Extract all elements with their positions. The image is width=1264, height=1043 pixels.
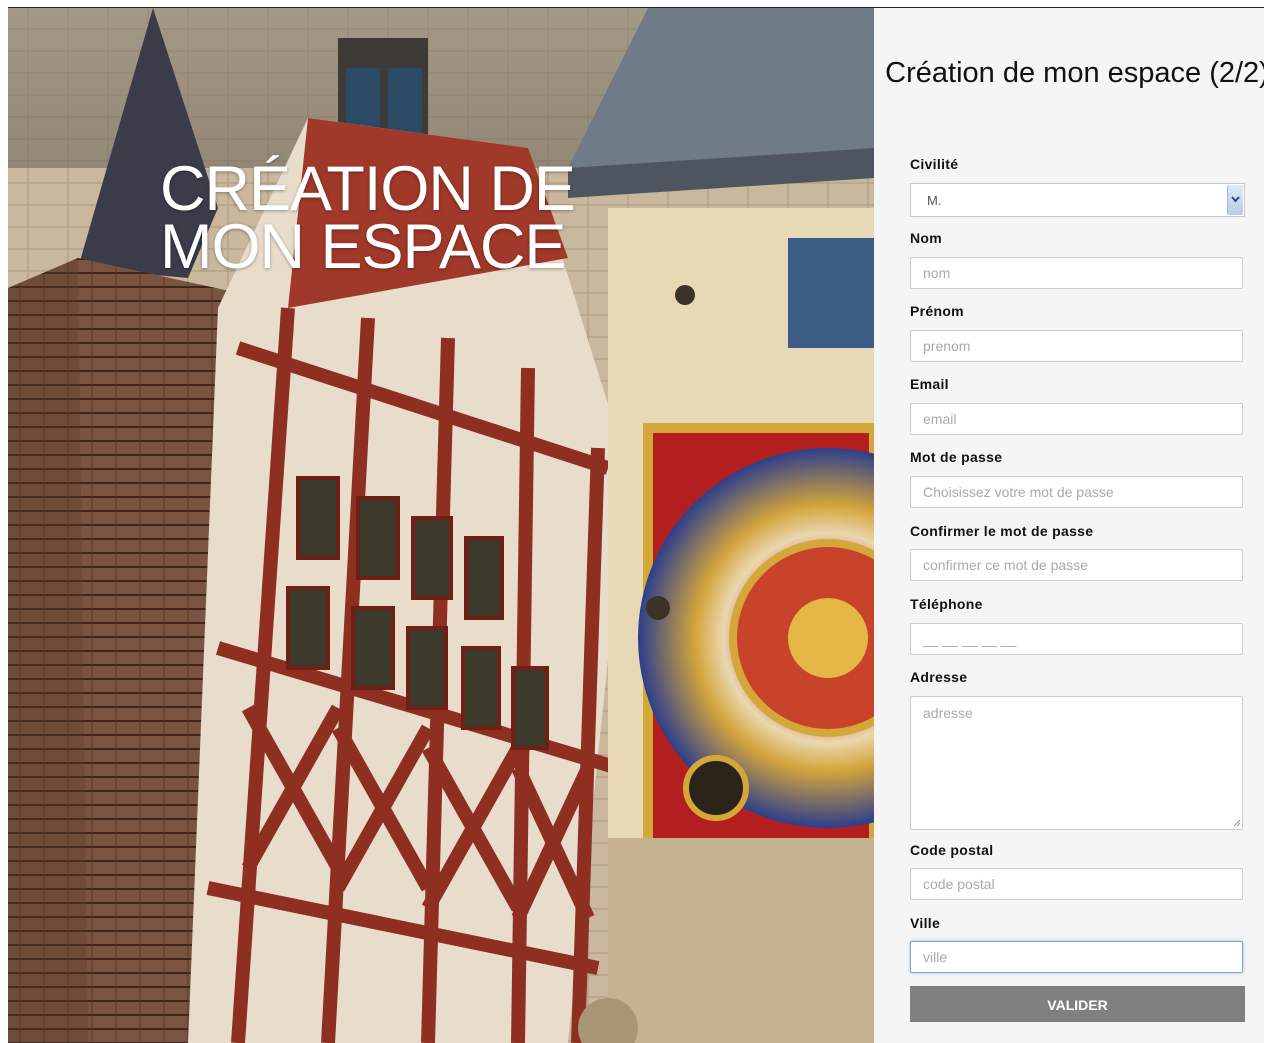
confirm-password-input[interactable]: [910, 549, 1243, 581]
chevron-down-icon[interactable]: [1227, 185, 1243, 215]
hero-title: CRÉATION DE MON ESPACE: [160, 154, 576, 282]
telephone-label: Téléphone: [910, 596, 983, 612]
hero-image: CRÉATION DE MON ESPACE: [8, 8, 874, 1043]
prenom-input[interactable]: [910, 330, 1243, 362]
prenom-label: Prénom: [910, 303, 964, 319]
email-label: Email: [910, 376, 949, 392]
email-input[interactable]: [910, 403, 1243, 435]
civilite-label: Civilité: [910, 156, 959, 172]
adresse-label: Adresse: [910, 669, 968, 685]
hero-title-line-1: CRÉATION DE: [160, 154, 576, 224]
ville-label: Ville: [910, 915, 941, 931]
registration-form-panel: Création de mon espace (2/2) Civilité M.…: [874, 8, 1264, 1043]
confirm-password-label: Confirmer le mot de passe: [910, 523, 1094, 539]
civilite-select[interactable]: M.: [910, 183, 1245, 217]
code-postal-input[interactable]: [910, 868, 1243, 900]
telephone-input[interactable]: [910, 623, 1243, 655]
password-label: Mot de passe: [910, 449, 1003, 465]
hero-title-line-2: MON ESPACE: [160, 212, 566, 282]
code-postal-label: Code postal: [910, 842, 994, 858]
nom-input[interactable]: [910, 257, 1243, 289]
civilite-select-value: M.: [927, 193, 942, 208]
valider-button[interactable]: VALIDER: [910, 986, 1245, 1022]
form-title: Création de mon espace (2/2): [885, 57, 1264, 89]
nom-label: Nom: [910, 230, 943, 246]
ville-input[interactable]: [910, 941, 1243, 973]
password-input[interactable]: [910, 476, 1243, 508]
adresse-textarea[interactable]: [910, 696, 1243, 830]
resize-grip-icon[interactable]: [1232, 818, 1241, 827]
